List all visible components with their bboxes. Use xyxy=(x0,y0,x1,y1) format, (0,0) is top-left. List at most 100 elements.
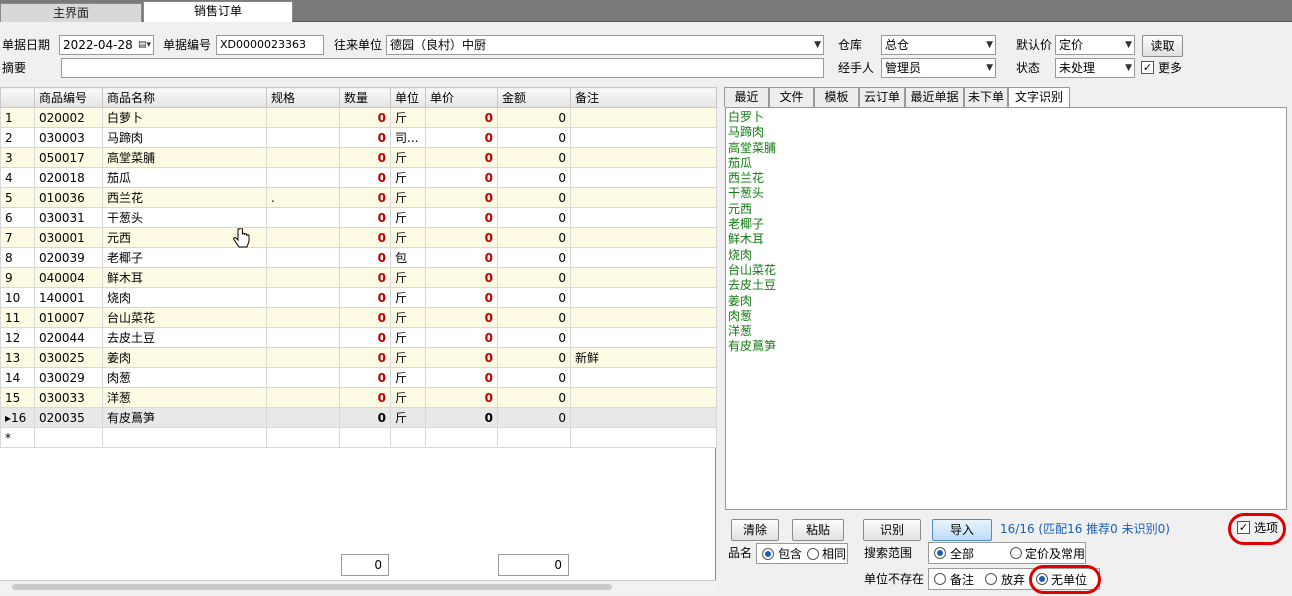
cell-spec[interactable] xyxy=(266,147,340,168)
table-row[interactable]: 7 030001 元西 0 斤 0 0 xyxy=(0,227,717,248)
cell-qty[interactable]: 0 xyxy=(339,147,391,168)
cell-spec[interactable] xyxy=(266,307,340,328)
cell-note[interactable] xyxy=(570,247,717,268)
cell-amount[interactable]: 0 xyxy=(497,107,571,128)
calendar-dropdown-icon[interactable]: ▤▾ xyxy=(138,36,151,54)
cell-amount[interactable]: 0 xyxy=(497,387,571,408)
cell-code[interactable]: 020039 xyxy=(34,247,103,268)
table-row[interactable]: 3 050017 高堂菜脯 0 斤 0 0 xyxy=(0,147,717,168)
radio-price-common[interactable] xyxy=(1010,547,1022,559)
radio-contains[interactable] xyxy=(762,548,774,560)
radio-identical[interactable] xyxy=(807,548,819,560)
cell-amount[interactable]: 0 xyxy=(497,147,571,168)
date-picker[interactable]: 2022-04-28 ▤▾ xyxy=(59,35,154,55)
cell-name[interactable]: 高堂菜脯 xyxy=(102,147,267,168)
order-no-field[interactable]: XD0000023363 xyxy=(216,35,324,55)
cell-price[interactable]: 0 xyxy=(425,407,498,428)
empty-cell[interactable] xyxy=(390,427,426,448)
cell-code[interactable]: 030029 xyxy=(34,367,103,388)
cell-code[interactable]: 010036 xyxy=(34,187,103,208)
cell-price[interactable]: 0 xyxy=(425,307,498,328)
empty-cell[interactable] xyxy=(570,427,717,448)
cell-unit[interactable]: 包 xyxy=(390,247,426,268)
read-button[interactable]: 读取 xyxy=(1142,35,1183,57)
cell-name[interactable]: 茄瓜 xyxy=(102,167,267,188)
cell-price[interactable]: 0 xyxy=(425,227,498,248)
cell-qty[interactable]: 0 xyxy=(339,347,391,368)
cell-note[interactable] xyxy=(570,107,717,128)
cell-amount[interactable]: 0 xyxy=(497,287,571,308)
grid-horizontal-scrollbar[interactable] xyxy=(0,580,716,592)
cell-note[interactable] xyxy=(570,187,717,208)
column-header[interactable]: 规格 xyxy=(266,87,340,108)
cell-qty[interactable]: 0 xyxy=(339,247,391,268)
chevron-down-icon[interactable]: ▼ xyxy=(986,59,993,77)
cell-amount[interactable]: 0 xyxy=(497,307,571,328)
cell-price[interactable]: 0 xyxy=(425,147,498,168)
cell-amount[interactable]: 0 xyxy=(497,127,571,148)
cell-spec[interactable] xyxy=(266,167,340,188)
cell-amount[interactable]: 0 xyxy=(497,267,571,288)
cell-price[interactable]: 0 xyxy=(425,127,498,148)
warehouse-select[interactable]: 总仓 ▼ xyxy=(881,35,996,55)
tab-text-recognition[interactable]: 文字识别 xyxy=(1008,87,1070,108)
cell-note[interactable]: 新鲜 xyxy=(570,347,717,368)
cell-name[interactable]: 姜肉 xyxy=(102,347,267,368)
cell-unit[interactable]: 斤 xyxy=(390,167,426,188)
cell-note[interactable] xyxy=(570,387,717,408)
cell-unit[interactable]: 斤 xyxy=(390,387,426,408)
cell-spec[interactable] xyxy=(266,367,340,388)
table-row[interactable]: 8 020039 老椰子 0 包 0 0 xyxy=(0,247,717,268)
column-header[interactable]: 单价 xyxy=(425,87,498,108)
cell-note[interactable] xyxy=(570,207,717,228)
table-row[interactable]: 6 030031 干葱头 0 斤 0 0 xyxy=(0,207,717,228)
paste-button[interactable]: 粘贴 xyxy=(792,519,844,541)
cell-spec[interactable] xyxy=(266,347,340,368)
cell-unit[interactable]: 斤 xyxy=(390,287,426,308)
cell-price[interactable]: 0 xyxy=(425,267,498,288)
cell-price[interactable]: 0 xyxy=(425,167,498,188)
column-header[interactable]: 商品编号 xyxy=(34,87,103,108)
empty-cell[interactable] xyxy=(266,427,340,448)
cell-name[interactable]: 肉葱 xyxy=(102,367,267,388)
tab-template[interactable]: 模板 xyxy=(814,87,859,107)
cell-note[interactable] xyxy=(570,367,717,388)
cell-spec[interactable] xyxy=(266,227,340,248)
cell-name[interactable]: 马蹄肉 xyxy=(102,127,267,148)
cell-spec[interactable] xyxy=(266,247,340,268)
memo-field[interactable] xyxy=(61,58,824,78)
tab-not-ordered[interactable]: 未下单 xyxy=(964,87,1008,107)
cell-note[interactable] xyxy=(570,407,717,428)
cell-code[interactable]: 010007 xyxy=(34,307,103,328)
cell-amount[interactable]: 0 xyxy=(497,247,571,268)
cell-name[interactable]: 去皮土豆 xyxy=(102,327,267,348)
column-header[interactable]: 单位 xyxy=(390,87,426,108)
cell-unit[interactable]: 斤 xyxy=(390,307,426,328)
empty-cell[interactable] xyxy=(34,427,103,448)
cell-code[interactable]: 030025 xyxy=(34,347,103,368)
radio-all[interactable] xyxy=(934,547,946,559)
tab-file[interactable]: 文件 xyxy=(769,87,814,107)
cell-unit[interactable]: 斤 xyxy=(390,227,426,248)
cell-unit[interactable]: 斤 xyxy=(390,147,426,168)
table-row[interactable]: 9 040004 鲜木耳 0 斤 0 0 xyxy=(0,267,717,288)
cell-amount[interactable]: 0 xyxy=(497,167,571,188)
cell-note[interactable] xyxy=(570,127,717,148)
cell-note[interactable] xyxy=(570,307,717,328)
cell-code[interactable]: 030001 xyxy=(34,227,103,248)
tab-recent-documents[interactable]: 最近单据 xyxy=(905,87,964,107)
cell-price[interactable]: 0 xyxy=(425,187,498,208)
cell-spec[interactable] xyxy=(266,287,340,308)
cell-amount[interactable]: 0 xyxy=(497,187,571,208)
table-row[interactable]: 11 010007 台山菜花 0 斤 0 0 xyxy=(0,307,717,328)
cell-spec[interactable] xyxy=(266,407,340,428)
cell-note[interactable] xyxy=(570,327,717,348)
cell-qty[interactable]: 0 xyxy=(339,167,391,188)
empty-cell[interactable] xyxy=(497,427,571,448)
cell-spec[interactable] xyxy=(266,107,340,128)
cell-unit[interactable]: 斤 xyxy=(390,347,426,368)
cell-qty[interactable]: 0 xyxy=(339,227,391,248)
cell-name[interactable]: 洋葱 xyxy=(102,387,267,408)
new-row[interactable]: * xyxy=(0,427,717,448)
empty-cell[interactable] xyxy=(102,427,267,448)
